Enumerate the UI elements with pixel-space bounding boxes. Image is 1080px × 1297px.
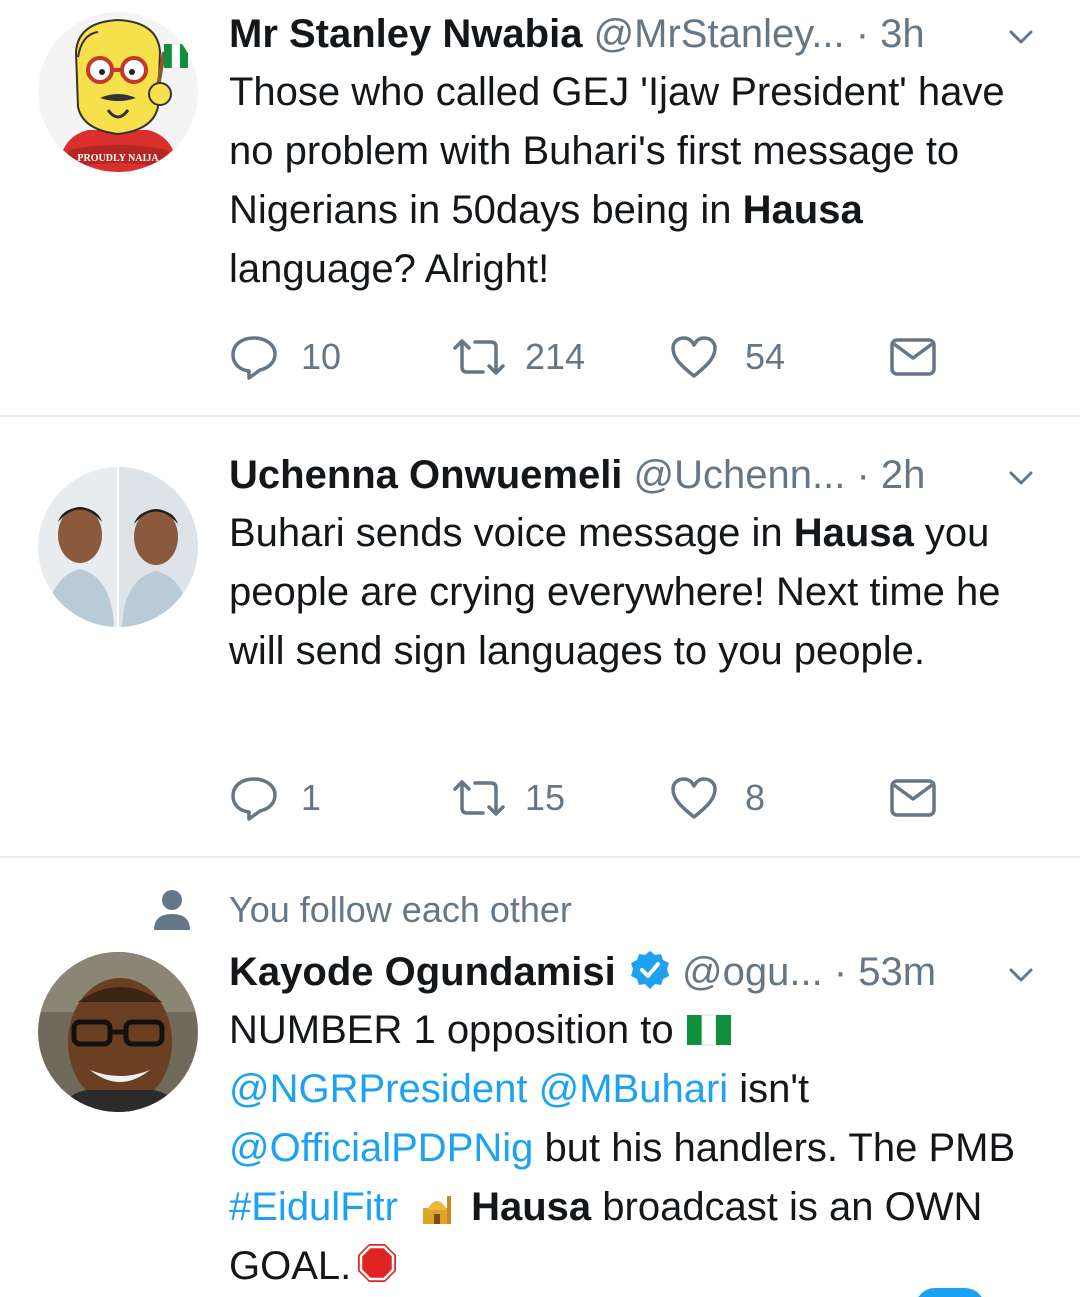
- tweet-actions: 1 15 8: [229, 768, 989, 828]
- reply-count: 1: [301, 777, 322, 818]
- tweet-header: Uchenna Onwuemeli @Uchenn... · 2h: [229, 445, 1049, 505]
- avatar[interactable]: [38, 952, 198, 1112]
- display-name[interactable]: Uchenna Onwuemeli: [229, 453, 622, 497]
- chevron-down-icon[interactable]: [1001, 942, 1041, 1002]
- display-name[interactable]: Kayode Ogundamisi: [229, 950, 616, 994]
- reply-button[interactable]: 10: [229, 327, 341, 387]
- retweet-button[interactable]: 214: [451, 327, 585, 387]
- reply-button[interactable]: 1: [229, 768, 321, 828]
- reply-icon: [231, 777, 277, 821]
- timestamp[interactable]: · 2h: [857, 453, 926, 497]
- chevron-down-icon[interactable]: [1001, 4, 1041, 64]
- reply-count: 10: [301, 336, 342, 377]
- avatar-banner-text: PROUDLY NAIJA: [77, 153, 159, 164]
- username[interactable]: @Uchenn...: [634, 453, 846, 497]
- like-count: 54: [745, 336, 786, 377]
- retweet-icon: [453, 339, 505, 375]
- reply-icon: [231, 336, 277, 380]
- direct-message-button[interactable]: [889, 768, 937, 828]
- tweet-text-bold: Hausa: [742, 188, 863, 232]
- dm-icon: [890, 338, 936, 376]
- hashtag-link[interactable]: #EidulFitr: [229, 1185, 398, 1229]
- verified-badge-icon: [630, 951, 669, 989]
- tweet-text: Those who called GEJ 'Ijaw President' ha…: [229, 63, 1049, 299]
- stop-sign-emoji: [358, 1244, 397, 1282]
- tweet-text: NUMBER 1 opposition to @NGRPresident @MB…: [229, 1001, 1049, 1296]
- tweet-header: Mr Stanley Nwabia @MrStanley... · 3h: [229, 4, 1049, 64]
- retweet-count: 15: [525, 777, 566, 818]
- tweet-text-part: but his handlers. The PMB: [533, 1126, 1016, 1170]
- tweet[interactable]: You follow each other Kayode Ogundamisi …: [0, 858, 1080, 1297]
- tweet-text-part: NUMBER 1 opposition to: [229, 1008, 685, 1052]
- direct-message-button[interactable]: [889, 327, 937, 387]
- avatar-photo-icon: [38, 952, 198, 1112]
- dm-icon: [890, 779, 936, 817]
- tweet-header: Kayode Ogundamisi @ogu... · 53m: [229, 942, 1049, 1002]
- avatar[interactable]: [38, 467, 198, 627]
- avatar-photo-icon: [38, 467, 198, 627]
- like-icon: [671, 336, 717, 378]
- retweet-count: 214: [525, 336, 586, 377]
- tweet-text-part: language? Alright!: [229, 247, 550, 291]
- like-button[interactable]: 54: [669, 327, 785, 387]
- avatar-cartoon-icon: PROUDLY NAIJA: [38, 12, 198, 172]
- person-icon: [154, 890, 190, 930]
- tweet-text-part: isn't: [728, 1067, 810, 1111]
- username[interactable]: @MrStanley...: [594, 12, 845, 56]
- mosque-emoji: [423, 1196, 452, 1224]
- like-icon: [671, 777, 717, 819]
- mention-link[interactable]: @NGRPresident: [229, 1067, 527, 1111]
- chevron-down-icon[interactable]: [1001, 445, 1041, 505]
- display-name[interactable]: Mr Stanley Nwabia: [229, 12, 582, 56]
- avatar[interactable]: PROUDLY NAIJA: [38, 12, 198, 172]
- timestamp[interactable]: · 3h: [856, 12, 925, 56]
- tweet-text: Buhari sends voice message in Hausa you …: [229, 504, 1049, 681]
- mention-link[interactable]: @OfficialPDPNig: [229, 1126, 533, 1170]
- timestamp[interactable]: · 53m: [834, 950, 936, 994]
- like-button[interactable]: 8: [669, 768, 765, 828]
- retweet-icon: [453, 780, 505, 816]
- nigeria-flag-emoji: [686, 1014, 731, 1046]
- tweet-text-bold: Hausa: [793, 511, 914, 555]
- like-count: 8: [745, 777, 766, 818]
- tweet-text-part: Buhari sends voice message in: [229, 511, 794, 555]
- tweet-text-bold: Hausa: [471, 1185, 592, 1229]
- tweet-text-part: Those who called GEJ 'Ijaw President' ha…: [229, 70, 1005, 232]
- username[interactable]: @ogu...: [682, 950, 823, 994]
- tweet[interactable]: Uchenna Onwuemeli @Uchenn... · 2h Buhari…: [0, 417, 1080, 857]
- social-context: You follow each other: [229, 889, 572, 930]
- tweet-actions: 10 214 54: [229, 327, 989, 387]
- mention-link[interactable]: @MBuhari: [539, 1067, 729, 1111]
- tweet[interactable]: PROUDLY NAIJA Mr Stanley Nwabia @MrStanl…: [0, 0, 1080, 415]
- retweet-button[interactable]: 15: [451, 768, 565, 828]
